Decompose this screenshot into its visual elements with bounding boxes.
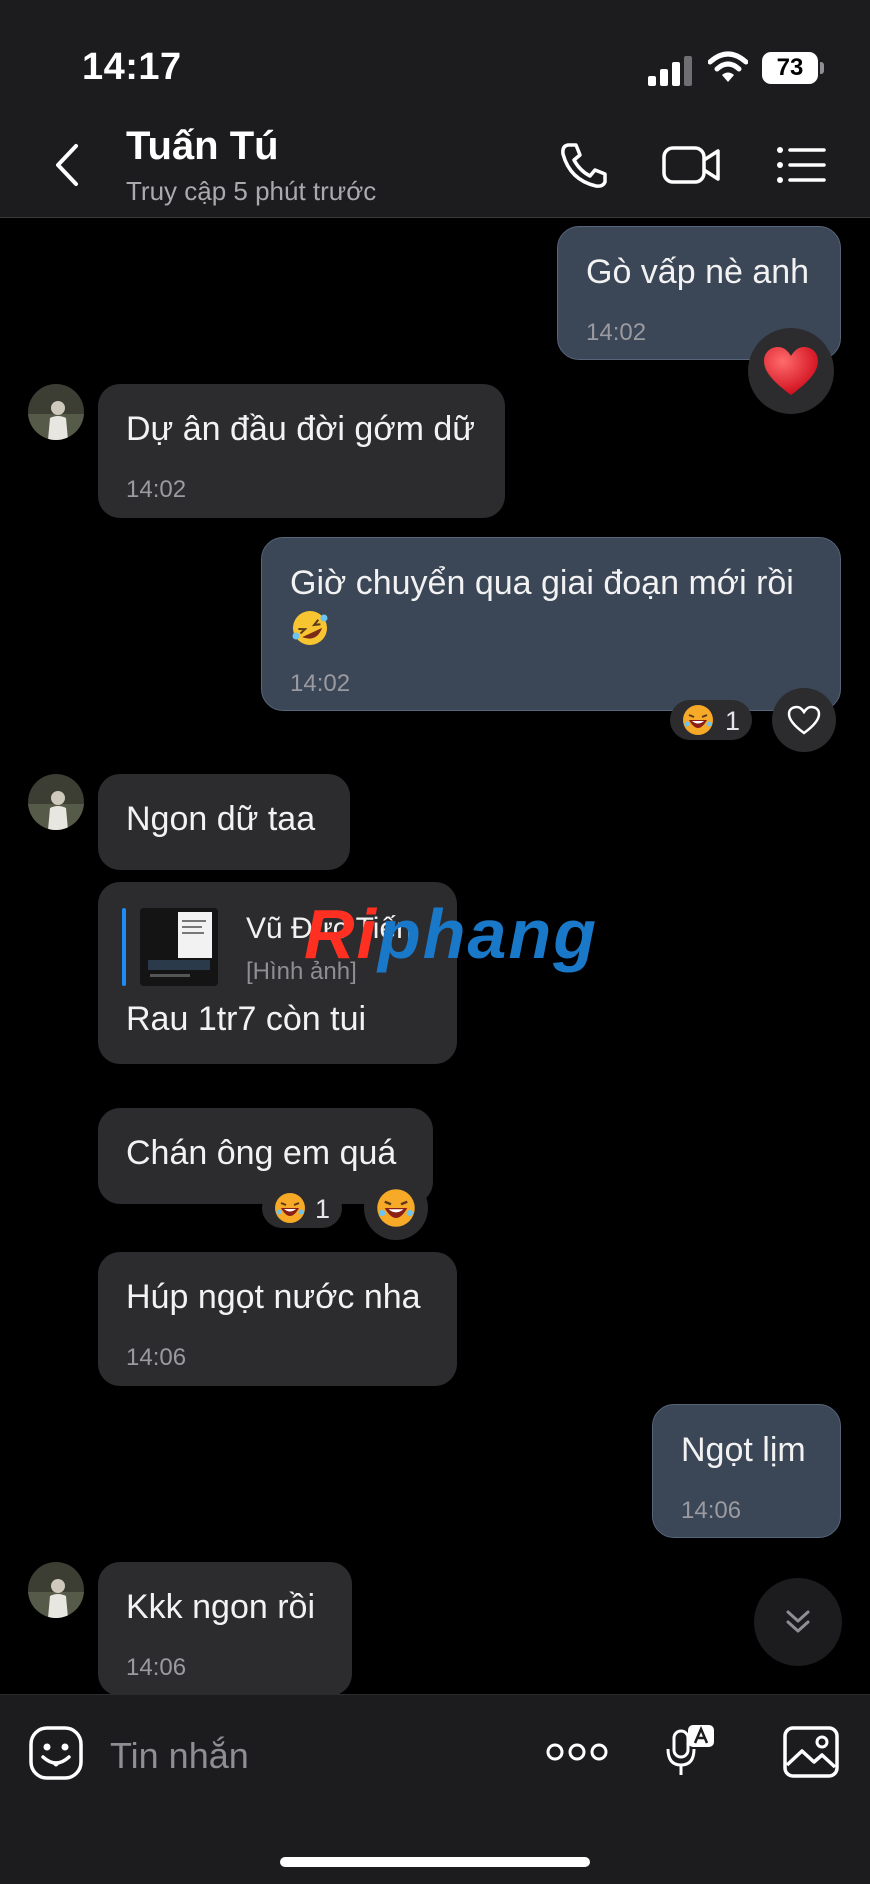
quote-accent-bar — [122, 908, 126, 986]
laughing-emoji-icon — [275, 1193, 305, 1223]
message-text: Kkk ngon rồi — [126, 1588, 315, 1626]
reaction-count-pill[interactable]: 1 — [670, 700, 752, 740]
status-bar: 14:17 73 — [0, 0, 870, 110]
message-bubble-incoming[interactable]: Dự ân đầu đời gớm dữ 14:02 — [98, 384, 505, 518]
message-bubble-outgoing[interactable]: Giờ chuyển qua giai đoạn mới rồi 14:02 — [261, 537, 841, 711]
message-time: 14:02 — [586, 319, 647, 346]
my-reaction-button[interactable] — [364, 1176, 428, 1240]
message-text: Rau 1tr7 còn tui — [126, 1000, 367, 1038]
home-indicator[interactable] — [280, 1857, 590, 1867]
video-call-button[interactable] — [660, 140, 724, 190]
contact-name[interactable]: Tuấn Tú — [126, 124, 279, 169]
battery-level: 73 — [762, 52, 818, 84]
message-text: Chán ông em quá — [126, 1134, 397, 1172]
cellular-signal-icon — [648, 56, 692, 86]
rofl-emoji-icon — [292, 611, 328, 645]
more-options-button[interactable] — [546, 1739, 608, 1765]
sticker-button[interactable] — [28, 1725, 84, 1781]
message-text: Húp ngọt nước nha — [126, 1278, 421, 1316]
status-time: 14:17 — [82, 46, 182, 88]
message-text: Dự ân đầu đời gớm dữ — [126, 410, 476, 448]
chat-header: Tuấn Tú Truy cập 5 phút trước — [0, 110, 870, 218]
message-bubble-incoming-reply[interactable]: Vũ Đức Tiến [Hình ảnh] Rau 1tr7 còn tui — [98, 882, 457, 1064]
voice-message-button[interactable] — [664, 1723, 716, 1781]
message-text: Giờ chuyển qua giai đoạn mới rồi — [290, 564, 794, 602]
message-time: 14:02 — [290, 670, 351, 697]
avatar[interactable] — [28, 774, 84, 830]
message-time: 14:02 — [126, 476, 187, 503]
quoted-image-thumbnail[interactable] — [140, 908, 218, 986]
message-time: 14:06 — [126, 1654, 187, 1681]
laughing-emoji-icon — [683, 705, 713, 735]
message-bubble-incoming[interactable]: Ngon dữ taa — [98, 774, 350, 870]
message-text: Ngọt lịm — [681, 1431, 806, 1469]
message-text: Gò vấp nè anh — [586, 253, 810, 291]
quoted-content-type: [Hình ảnh] — [246, 958, 357, 985]
reaction-count-pill[interactable]: 1 — [262, 1188, 342, 1228]
reaction-heart[interactable] — [748, 328, 834, 414]
laughing-emoji-icon — [377, 1189, 415, 1227]
double-chevron-down-icon — [786, 1610, 810, 1633]
heart-icon — [764, 347, 818, 395]
reaction-count: 1 — [314, 1194, 330, 1224]
image-picker-button[interactable] — [782, 1725, 840, 1779]
heart-outline-icon — [787, 705, 821, 735]
avatar[interactable] — [28, 1562, 84, 1618]
avatar[interactable] — [28, 384, 84, 440]
add-reaction-button[interactable] — [772, 688, 836, 752]
reaction-count: 1 — [724, 706, 740, 736]
battery-indicator: 73 — [762, 52, 824, 84]
message-list[interactable]: Gò vấp nè anh 14:02 Dự ân đầu đời gớm dữ… — [0, 218, 870, 1694]
back-button[interactable] — [46, 140, 90, 190]
scroll-to-bottom-button[interactable] — [754, 1578, 842, 1666]
battery-tip — [820, 62, 824, 74]
wifi-icon — [708, 51, 748, 82]
message-bubble-incoming[interactable]: Húp ngọt nước nha 14:06 — [98, 1252, 457, 1386]
message-input[interactable] — [110, 1731, 530, 1781]
message-text: Ngon dữ taa — [126, 800, 316, 838]
quoted-sender-name: Vũ Đức Tiến — [246, 912, 413, 945]
menu-button[interactable] — [774, 140, 830, 190]
message-bubble-outgoing[interactable]: Ngọt lịm 14:06 — [652, 1404, 841, 1538]
contact-last-seen: Truy cập 5 phút trước — [126, 176, 377, 206]
message-bubble-incoming[interactable]: Kkk ngon rồi 14:06 — [98, 1562, 352, 1694]
message-time: 14:06 — [681, 1497, 742, 1524]
message-time: 14:06 — [126, 1344, 187, 1371]
composer-bar — [0, 1694, 870, 1884]
call-button[interactable] — [556, 140, 612, 190]
